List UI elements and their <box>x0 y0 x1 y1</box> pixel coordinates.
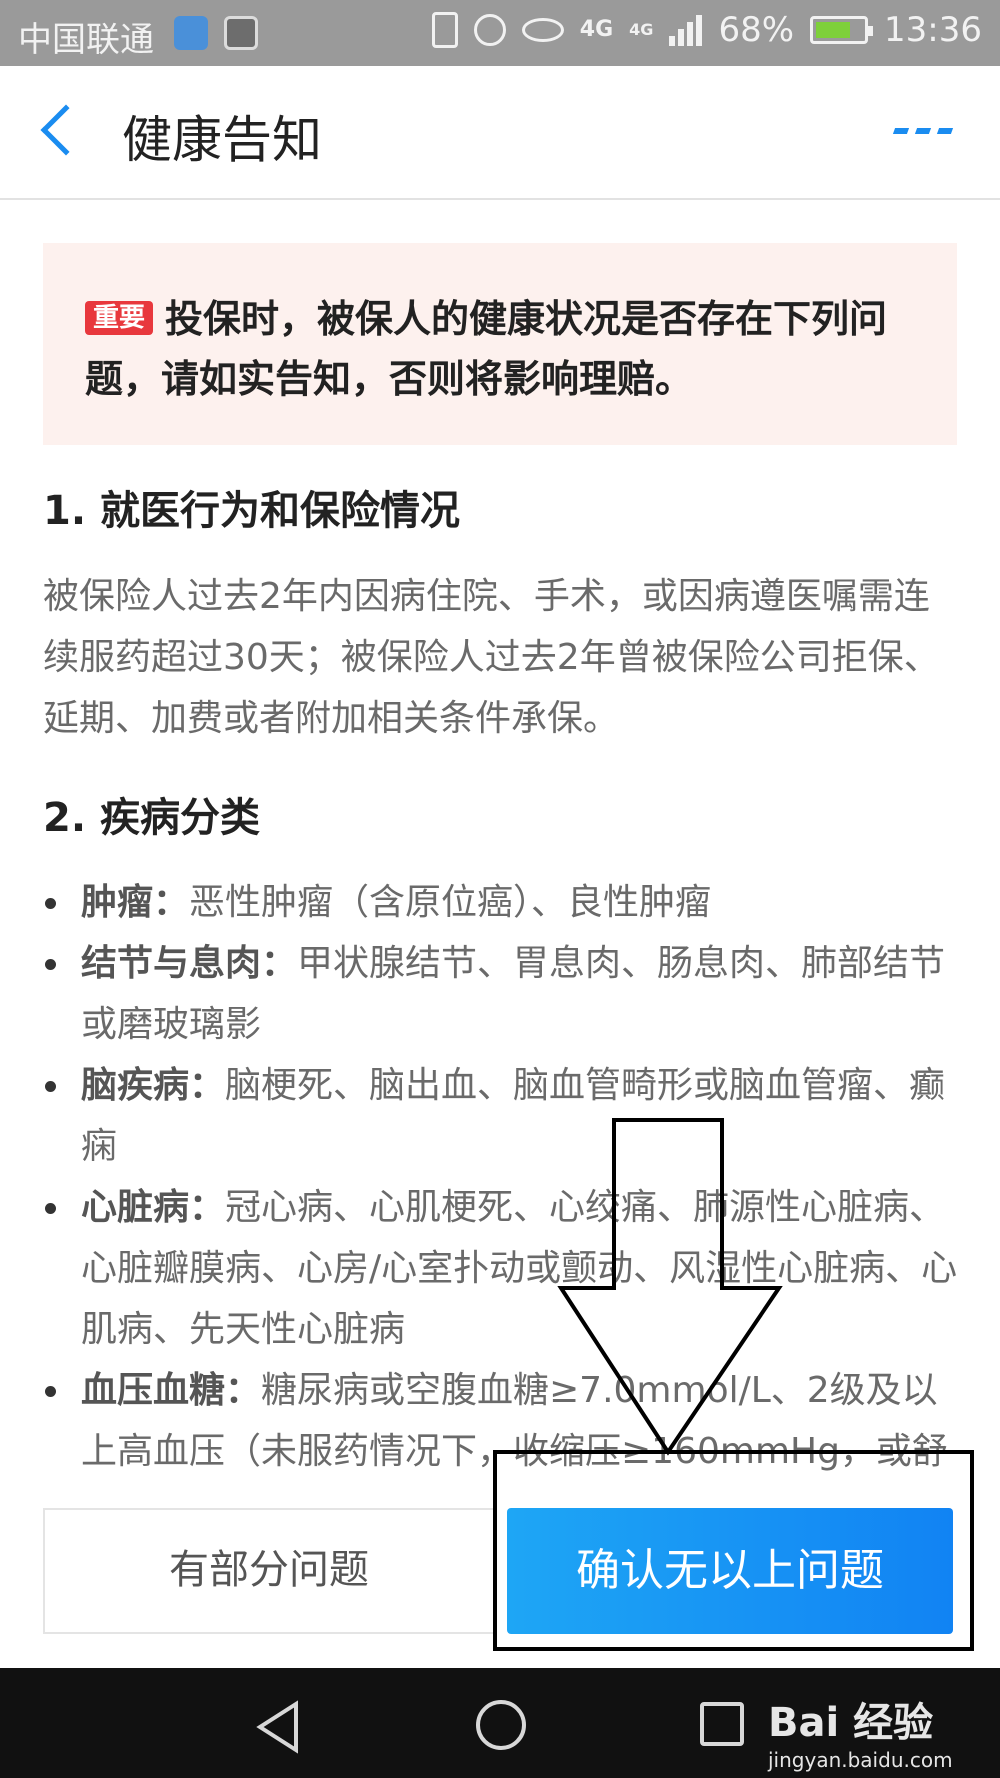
clock: 13:36 <box>884 10 982 50</box>
confirm-no-issues-button[interactable]: 确认无以上问题 <box>507 1508 953 1634</box>
page-title: 健康告知 <box>122 111 322 169</box>
watermark-logo: Bai 经验 <box>768 1700 934 1746</box>
disease-name: 结节与息肉： <box>81 943 298 984</box>
section-title-disease-categories: 2. 疾病分类 <box>43 795 260 841</box>
signal-icon <box>669 14 703 46</box>
system-home-icon[interactable] <box>476 1700 526 1750</box>
baidu-watermark: Bai 经验 jingyan.baidu.com <box>768 1690 953 1772</box>
system-nav-bar: Bai 经验 jingyan.baidu.com <box>0 1668 1000 1778</box>
action-bar: 有部分问题 确认无以上问题 <box>0 1505 1000 1635</box>
status-bar: 中国联通 4G 4G 68% 13:36 <box>0 0 1000 66</box>
eye-comfort-icon <box>521 18 564 42</box>
section-body-medical-behavior: 被保险人过去2年内因病住院、手术，或因病遵医嘱需连续服药超过30天；被保险人过去… <box>43 576 940 739</box>
notice-message: 投保时，被保人的健康状况是否存在下列问题，请如实告知，否则将影响理赔。 <box>85 297 888 401</box>
list-item-brain: 脑疾病：脑梗死、脑出血、脑血管畸形或脑血管瘤、癫痫 <box>43 1055 963 1177</box>
status-indicators: 4G 4G 68% 13:36 <box>431 10 982 50</box>
watermark-url: jingyan.baidu.com <box>768 1748 953 1772</box>
list-item-nodules: 结节与息肉：甲状腺结节、胃息肉、肠息肉、肺部结节或磨玻璃影 <box>43 933 963 1055</box>
vibrate-icon <box>431 12 458 48</box>
system-back-icon[interactable] <box>254 1700 302 1754</box>
alarm-icon <box>473 14 506 46</box>
disease-list: 肿瘤：恶性肿瘤（含原位癌）、良性肿瘤 结节与息肉：甲状腺结节、胃息肉、肠息肉、肺… <box>43 872 963 1482</box>
notice-text-block: 重要 投保时，被保人的健康状况是否存在下列问题，请如实告知，否则将影响理赔。 <box>85 289 915 409</box>
app-header: 健康告知 <box>0 66 1000 200</box>
gallery-icon <box>224 16 258 50</box>
section-title-medical-behavior: 1. 就医行为和保险情况 <box>43 488 460 534</box>
important-notice: 重要 投保时，被保人的健康状况是否存在下列问题，请如实告知，否则将影响理赔。 <box>43 243 957 445</box>
system-recents-icon[interactable] <box>700 1702 744 1746</box>
list-item-blood: 血压血糖：糖尿病或空腹血糖≥7.0mmol/L、2级及以上高血压（未服药情况下，… <box>43 1360 963 1482</box>
disease-name: 血压血糖： <box>81 1370 262 1411</box>
battery-percent: 68% <box>718 10 795 50</box>
network-type-2: 4G <box>629 20 654 39</box>
list-item-tumor: 肿瘤：恶性肿瘤（含原位癌）、良性肿瘤 <box>43 872 963 933</box>
carrier-name: 中国联通 <box>18 20 154 60</box>
disease-name: 心脏病： <box>81 1187 226 1228</box>
disease-name: 肿瘤： <box>81 882 190 923</box>
more-options-icon[interactable] <box>892 128 954 134</box>
back-arrow-icon[interactable] <box>40 104 92 156</box>
important-badge: 重要 <box>85 301 154 335</box>
battery-icon <box>810 16 874 44</box>
disease-desc: 恶性肿瘤（含原位癌）、良性肿瘤 <box>189 882 712 923</box>
health-app-icon <box>174 16 208 50</box>
list-item-heart: 心脏病：冠心病、心肌梗死、心绞痛、肺源性心脏病、心脏瓣膜病、心房/心室扑动或颤动… <box>43 1177 963 1360</box>
disease-name: 脑疾病： <box>81 1065 226 1106</box>
network-type-1: 4G <box>579 17 614 42</box>
has-issues-button[interactable]: 有部分问题 <box>43 1508 495 1634</box>
